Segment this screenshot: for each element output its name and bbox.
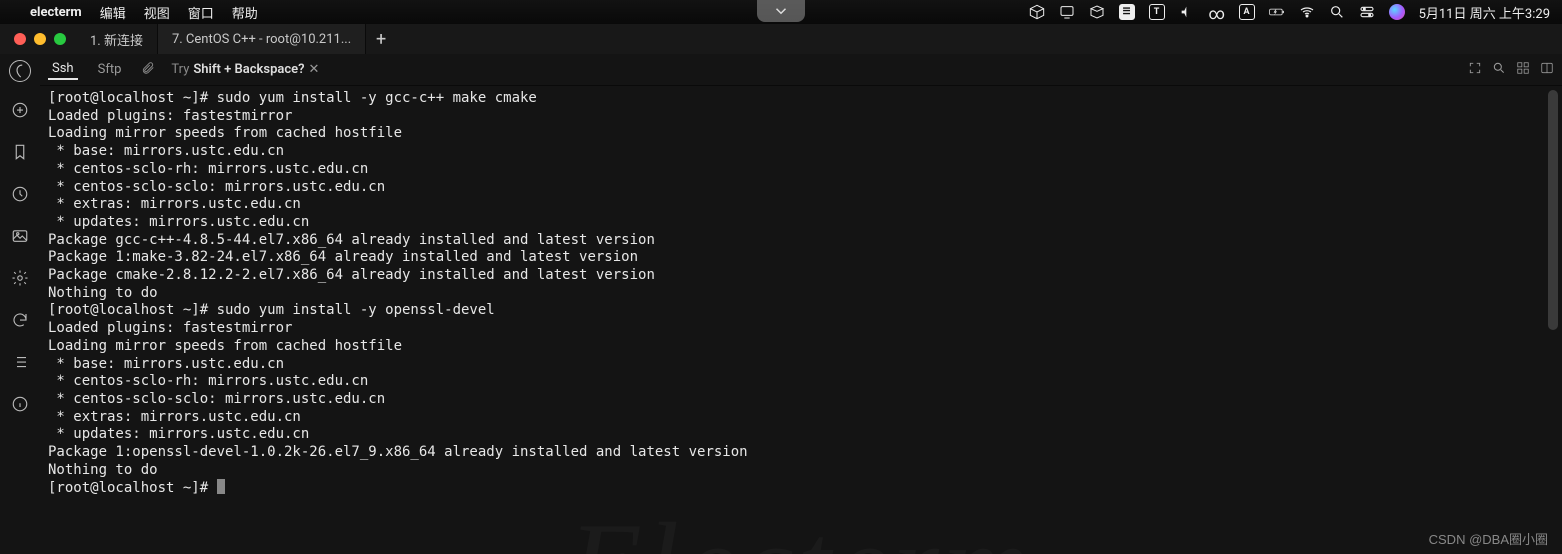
terminal-line: [root@localhost ~]# <box>48 479 1554 498</box>
try-keys: Shift + Backspace? <box>193 62 304 77</box>
terminal-line: * centos-sclo-rh: mirrors.ustc.edu.cn <box>48 373 1554 391</box>
terminal-line: Nothing to do <box>48 462 1554 480</box>
terminal-line: Package 1:make-3.82-24.el7.x86_64 alread… <box>48 249 1554 267</box>
add-icon[interactable] <box>6 96 34 124</box>
terminal-line: * extras: mirrors.ustc.edu.cn <box>48 409 1554 427</box>
search-icon[interactable] <box>1492 61 1506 79</box>
terminal-output[interactable]: [root@localhost ~]# sudo yum install -y … <box>40 86 1562 554</box>
try-label: Try <box>171 62 189 77</box>
terminal-line: Nothing to do <box>48 285 1554 303</box>
subtab-sftp[interactable]: Sftp <box>94 60 126 79</box>
csdn-watermark: CSDN @DBA圈小圈 <box>1429 529 1548 548</box>
square-app-icon[interactable]: ☰ <box>1119 4 1135 20</box>
wifi-icon[interactable] <box>1299 4 1315 20</box>
bookmark-icon[interactable] <box>6 138 34 166</box>
hint-close-icon[interactable]: ✕ <box>309 62 320 77</box>
fullscreen-window-button[interactable] <box>54 33 66 45</box>
terminal-line: * extras: mirrors.ustc.edu.cn <box>48 196 1554 214</box>
menu-window[interactable]: 窗口 <box>188 3 214 22</box>
terminal-line: * centos-sclo-rh: mirrors.ustc.edu.cn <box>48 161 1554 179</box>
minimize-window-button[interactable] <box>34 33 46 45</box>
window-controls <box>4 24 76 54</box>
box-icon[interactable] <box>1089 4 1105 20</box>
terminal-line: [root@localhost ~]# sudo yum install -y … <box>48 302 1554 320</box>
terminal-line: Loading mirror speeds from cached hostfi… <box>48 125 1554 143</box>
list-icon[interactable] <box>6 348 34 376</box>
settings-icon[interactable] <box>6 264 34 292</box>
mac-dropdown-arrow[interactable] <box>757 0 805 22</box>
image-icon[interactable] <box>6 222 34 250</box>
menu-view[interactable]: 视图 <box>144 3 170 22</box>
infinity-icon[interactable]: ∞ <box>1209 4 1225 20</box>
terminal-line: Loaded plugins: fastestmirror <box>48 320 1554 338</box>
battery-icon[interactable] <box>1269 4 1285 20</box>
tab-label: 7. CentOS C++ - root@10.211... <box>172 32 351 47</box>
mac-datetime[interactable]: 5月11日 周六 上午3:29 <box>1419 3 1550 22</box>
cube-icon[interactable] <box>1029 4 1045 20</box>
new-tab-button[interactable]: + <box>366 24 396 54</box>
t-icon[interactable]: T <box>1149 4 1165 20</box>
grid-icon[interactable] <box>1516 61 1530 79</box>
terminal-line: Package gcc-c++-4.8.5-44.el7.x86_64 alre… <box>48 232 1554 250</box>
tab-label: 1. 新连接 <box>90 30 143 49</box>
terminal-scrollbar[interactable] <box>1546 90 1560 550</box>
terminal-line: * updates: mirrors.ustc.edu.cn <box>48 214 1554 232</box>
terminal-line: * centos-sclo-sclo: mirrors.ustc.edu.cn <box>48 391 1554 409</box>
split-icon[interactable] <box>1540 61 1554 79</box>
notify-icon[interactable] <box>1179 4 1195 20</box>
info-icon[interactable] <box>6 390 34 418</box>
siri-icon[interactable] <box>1389 4 1405 20</box>
terminal-line: * base: mirrors.ustc.edu.cn <box>48 143 1554 161</box>
logo-icon[interactable] <box>9 60 31 82</box>
terminal-line: Loading mirror speeds from cached hostfi… <box>48 338 1554 356</box>
sync-icon[interactable] <box>6 306 34 334</box>
terminal-line: [root@localhost ~]# sudo yum install -y … <box>48 90 1554 108</box>
fullscreen-icon[interactable] <box>1468 61 1482 79</box>
menu-edit[interactable]: 编辑 <box>100 3 126 22</box>
terminal-line: Package cmake-2.8.12.2-2.el7.x86_64 alre… <box>48 267 1554 285</box>
tabs-bar: 1. 新连接 7. CentOS C++ - root@10.211... + <box>0 24 1562 54</box>
app-name[interactable]: electerm <box>30 5 82 20</box>
shortcut-hint: Try Shift + Backspace? ✕ <box>171 62 319 77</box>
terminal-line: Package 1:openssl-devel-1.0.2k-26.el7_9.… <box>48 444 1554 462</box>
terminal-line: * updates: mirrors.ustc.edu.cn <box>48 426 1554 444</box>
control-center-icon[interactable] <box>1359 4 1375 20</box>
session-subtabs: Ssh Sftp Try Shift + Backspace? ✕ <box>40 54 1562 86</box>
tab-centos[interactable]: 7. CentOS C++ - root@10.211... <box>158 24 366 54</box>
menu-help[interactable]: 帮助 <box>232 3 258 22</box>
terminal-cursor <box>217 479 225 494</box>
terminal-line: * centos-sclo-sclo: mirrors.ustc.edu.cn <box>48 179 1554 197</box>
input-method-icon[interactable]: A <box>1239 4 1255 20</box>
history-icon[interactable] <box>6 180 34 208</box>
sidebar <box>0 54 40 554</box>
screen-icon[interactable] <box>1059 4 1075 20</box>
terminal-line: Loaded plugins: fastestmirror <box>48 108 1554 126</box>
spotlight-icon[interactable] <box>1329 4 1345 20</box>
close-window-button[interactable] <box>14 33 26 45</box>
tab-new-connection[interactable]: 1. 新连接 <box>76 24 158 54</box>
attachment-icon[interactable] <box>141 61 155 79</box>
subtab-ssh[interactable]: Ssh <box>48 59 78 80</box>
terminal-line: * base: mirrors.ustc.edu.cn <box>48 356 1554 374</box>
